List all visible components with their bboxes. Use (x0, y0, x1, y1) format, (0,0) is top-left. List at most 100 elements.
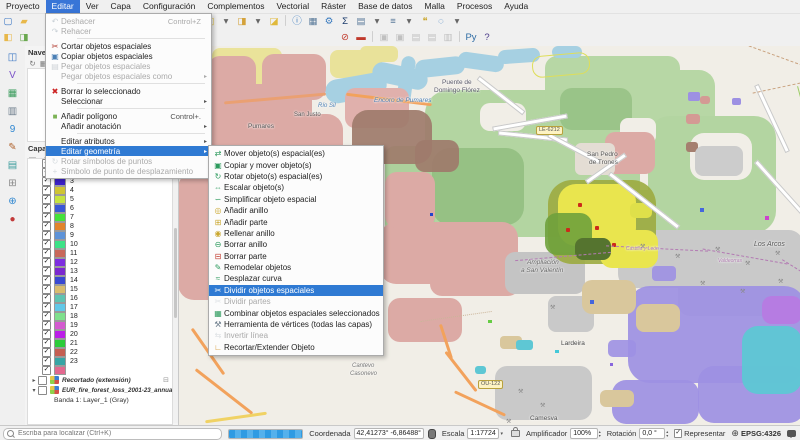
new-geopackage-icon[interactable]: 9 (4, 121, 22, 137)
add-layer-dropdown[interactable]: ◨ (234, 15, 250, 28)
menubar-item[interactable]: Editar (46, 0, 80, 13)
remove-selection-icon[interactable]: ▬ (353, 31, 369, 44)
layer-class-row[interactable]: ✓ 20 (28, 330, 172, 339)
dropdown-arrow-icon[interactable]: ▾ (250, 15, 266, 28)
layer-class-row[interactable]: ✓ 18 (28, 312, 172, 321)
layer-class-row[interactable]: ✓ 11 (28, 249, 172, 258)
layer-class-row[interactable]: ✓ 23 (28, 357, 172, 366)
spinner-icons[interactable]: ▴▾ (666, 430, 668, 437)
layer-class-row[interactable]: ✓ 14 (28, 276, 172, 285)
submenu-item[interactable]: ▦ Combinar objetos espaciales selecciona… (209, 307, 383, 318)
layer-class-row[interactable]: ✓ 5 (28, 195, 172, 204)
layer-class-row[interactable]: ✓ 15 (28, 285, 172, 294)
copy-style-icon[interactable]: ▣ (376, 31, 392, 44)
rotation-field[interactable]: 0,0 ° (639, 428, 665, 439)
identify-features-icon[interactable]: ⓘ (289, 15, 305, 28)
layer-group-row[interactable]: ▾ EUR_fire_forest_loss_2001-23_annual (28, 385, 172, 395)
menubar-item[interactable]: Malla (419, 0, 451, 13)
chevron-down-icon[interactable]: ▾ (500, 431, 503, 437)
menubar-item[interactable]: Capa (105, 0, 137, 13)
layer-checkbox[interactable]: ✓ (42, 195, 51, 204)
new-spatialite-icon[interactable]: ✎ (4, 139, 22, 155)
spinner-icons[interactable]: ▴▾ (599, 430, 601, 437)
layer-checkbox[interactable]: ✓ (42, 366, 51, 375)
scale-combobox[interactable]: 1:17724 (467, 428, 499, 439)
edit-menu-item[interactable]: ▣ Copiar objetos espaciales (46, 51, 211, 61)
statistics-icon[interactable]: Σ (337, 15, 353, 28)
mouse-position-icon[interactable] (428, 429, 436, 439)
locator-input[interactable] (16, 429, 218, 438)
scrollbar-thumb[interactable] (174, 228, 177, 318)
submenu-item[interactable]: ↻ Rotar objeto(s) espacial(es) (209, 171, 383, 182)
virtual-layer-icon[interactable]: ▤ (4, 157, 22, 173)
dropdown-arrow-icon[interactable]: ▾ (449, 15, 465, 28)
submenu-item[interactable]: ◎ Añadir anillo (209, 205, 383, 216)
browser-refresh-icon[interactable]: ↻ (27, 58, 38, 68)
layer-class-row[interactable]: ✓ 7 (28, 213, 172, 222)
paste-group-icon[interactable]: ▥ (440, 31, 456, 44)
help-icon[interactable]: ? (479, 31, 495, 44)
layer-checkbox[interactable]: ✓ (42, 213, 51, 222)
submenu-item[interactable]: ⇄ Mover objeto(s) espacial(es) (209, 148, 383, 159)
layer-class-row[interactable]: ✓ 13 (28, 267, 172, 276)
wfs-layer-icon[interactable]: ⊕ (4, 193, 22, 209)
menubar-item[interactable]: Ráster (315, 0, 352, 13)
menubar-item[interactable]: Proyecto (0, 0, 46, 13)
stop-edits-icon[interactable]: ⊘ (337, 31, 353, 44)
layer-checkbox[interactable]: ✓ (42, 276, 51, 285)
menubar-item[interactable]: Base de datos (352, 0, 418, 13)
layer-class-row[interactable]: ✓ 17 (28, 303, 172, 312)
coordinate-field[interactable]: 42,41273° -6,86488° (354, 428, 424, 439)
magnifier-field[interactable]: 100% (570, 428, 597, 439)
dropdown-arrow-icon[interactable]: ▾ (401, 15, 417, 28)
submenu-item[interactable]: ✂ Dividir objetos espaciales (209, 285, 383, 296)
datasource-manager-icon[interactable]: ◫ (4, 49, 22, 65)
edit-menu-item[interactable]: Añadir anotación ▸ (46, 121, 211, 131)
submenu-item[interactable]: ⇔ Escalar objeto(s) (209, 182, 383, 193)
label-tool-icon[interactable]: ◪ (266, 15, 282, 28)
layer-checkbox[interactable]: ✓ (42, 204, 51, 213)
paste-style-icon[interactable]: ▣ (392, 31, 408, 44)
submenu-item[interactable]: ⊟ Borrar parte (209, 251, 383, 262)
edit-menu-item[interactable]: + Símbolo de punto de desplazamiento (46, 166, 211, 176)
submenu-item[interactable]: ∟ Recortar/Extender Objeto (209, 342, 383, 353)
map-tips-icon[interactable]: ❝ (417, 15, 433, 28)
layer-class-row[interactable]: ✓ 22 (28, 348, 172, 357)
layer-checkbox[interactable]: ✓ (42, 312, 51, 321)
layer-group-row[interactable]: ▸ Recortado (extensión) ⊟ (28, 375, 172, 385)
decorations-dropdown[interactable]: ≡ (385, 15, 401, 28)
dropdown-arrow-icon[interactable]: ▾ (369, 15, 385, 28)
layer-checkbox[interactable] (38, 376, 47, 385)
copy-layer-icon[interactable]: ▤ (408, 31, 424, 44)
attribute-table-icon[interactable]: ▦ (305, 15, 321, 28)
paste-layer-icon[interactable]: ▤ (424, 31, 440, 44)
edit-menu-item[interactable]: Pegar objetos espaciales como ▸ (46, 71, 211, 81)
mesh-layer-icon[interactable]: ▥ (4, 103, 22, 119)
layer-checkbox[interactable]: ✓ (42, 222, 51, 231)
layer-class-row[interactable]: ✓ 8 (28, 222, 172, 231)
edit-menu-item[interactable]: ■ Añadir polígono Control+. (46, 111, 211, 121)
layer-checkbox[interactable]: ✓ (42, 186, 51, 195)
submenu-item[interactable]: ≈ Desplazar curva (209, 273, 383, 284)
layer-class-row[interactable]: ✓ 16 (28, 294, 172, 303)
layer-checkbox[interactable]: ✓ (42, 294, 51, 303)
python-console-icon[interactable]: Py (463, 31, 479, 44)
layer-checkbox[interactable]: ✓ (42, 231, 51, 240)
edit-menu-item[interactable]: ▤ Pegar objetos espaciales (46, 61, 211, 71)
layer-checkbox[interactable]: ✓ (42, 303, 51, 312)
expander-icon[interactable]: ▸ (30, 377, 38, 384)
layer-checkbox[interactable]: ✓ (42, 339, 51, 348)
edit-menu-item[interactable]: Seleccionar ▸ (46, 96, 211, 106)
submenu-item[interactable]: ⊖ Borrar anillo (209, 239, 383, 250)
pointcloud-layer-icon[interactable]: ● (4, 211, 22, 227)
layer-checkbox[interactable]: ✓ (42, 267, 51, 276)
messages-icon[interactable] (787, 430, 796, 437)
layer-class-row[interactable]: ✓ (28, 366, 172, 375)
layer-class-row[interactable]: ✓ 6 (28, 204, 172, 213)
wms-layer-icon[interactable]: ⊞ (4, 175, 22, 191)
menubar-item[interactable]: Procesos (451, 0, 498, 13)
new-vector-layer-icon[interactable]: V (4, 67, 22, 83)
layers-scrollbar[interactable] (173, 158, 178, 423)
edit-menu-item[interactable]: ↶ Deshacer Control+Z (46, 16, 211, 26)
project-new-icon[interactable]: ▢ (0, 15, 16, 28)
